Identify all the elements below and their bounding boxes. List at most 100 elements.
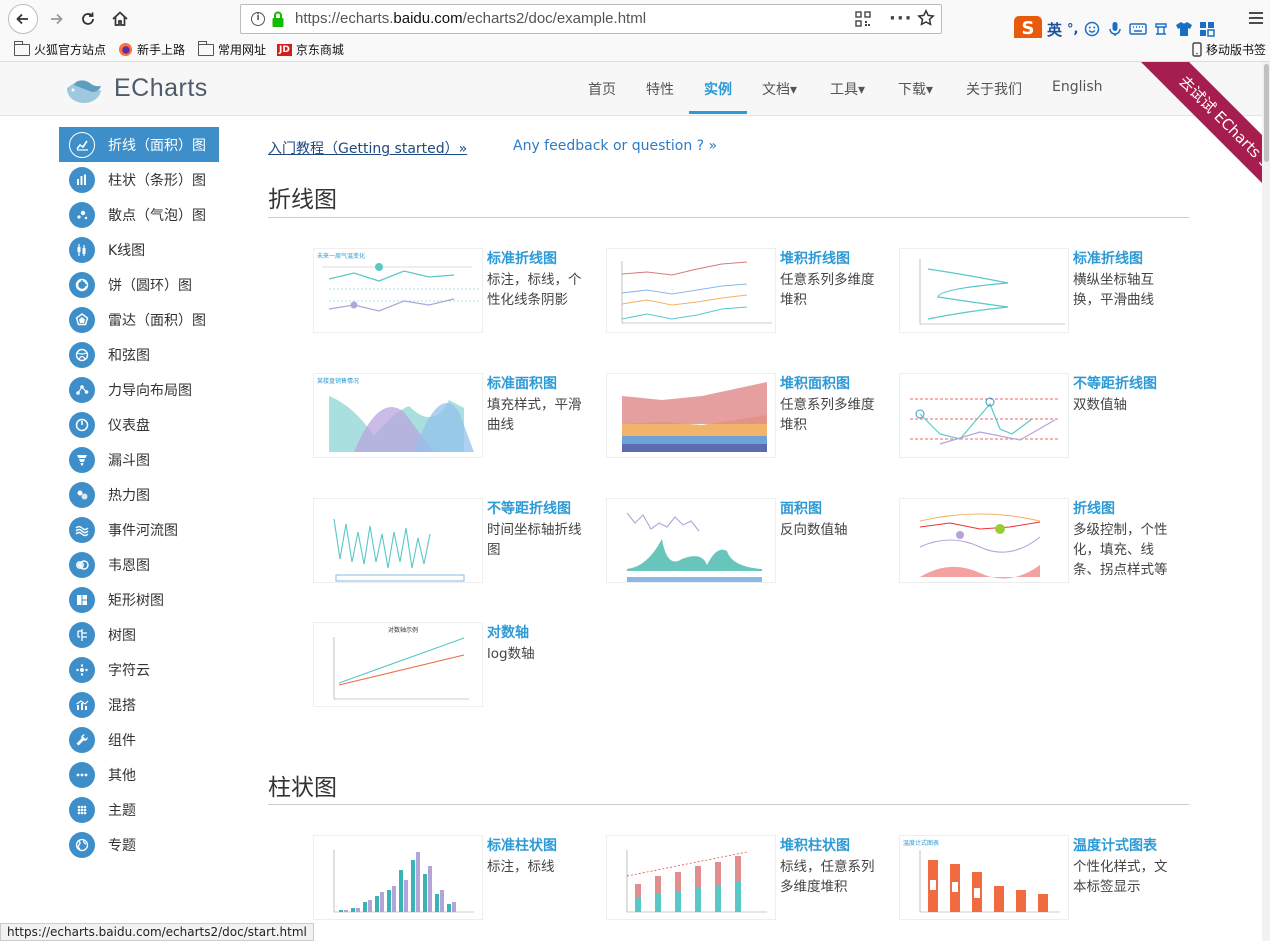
example-title[interactable]: 面积图 xyxy=(780,498,822,518)
example-title[interactable]: 堆积折线图 xyxy=(780,248,850,268)
sidebar-item[interactable]: 散点（气泡）图 xyxy=(59,197,219,232)
sidebar-item[interactable]: 组件 xyxy=(59,722,219,757)
nav-english[interactable]: English xyxy=(1052,79,1103,95)
sidebar-item[interactable]: 韦恩图 xyxy=(59,547,219,582)
emoji-icon[interactable] xyxy=(1083,20,1101,38)
example-title[interactable]: 不等距折线图 xyxy=(1073,373,1157,393)
nav-download[interactable]: 下载▾ xyxy=(898,79,933,99)
lock-icon[interactable] xyxy=(271,11,285,28)
example-thumbnail[interactable] xyxy=(313,835,483,920)
example-title[interactable]: 堆积柱状图 xyxy=(780,835,850,855)
ime-punctuation[interactable]: °, xyxy=(1067,22,1078,37)
example-card[interactable]: 温度计式图表 温度计式图表 个性化样式，文本标签显示 xyxy=(899,835,1189,945)
nav-tools[interactable]: 工具▾ xyxy=(830,79,865,99)
ime-language-toggle[interactable]: 英 xyxy=(1047,19,1062,40)
ribbon-label[interactable]: 去试试 ECharts 3.0 xyxy=(1133,62,1270,212)
more-actions-icon[interactable]: ··· xyxy=(889,8,913,29)
bookmark-getting-started[interactable]: 新手上路 xyxy=(118,41,185,58)
example-title[interactable]: 堆积面积图 xyxy=(780,373,850,393)
sidebar-item[interactable]: 仪表盘 xyxy=(59,407,219,442)
home-button[interactable] xyxy=(106,5,134,33)
sidebar-item[interactable]: 饼（圆环）图 xyxy=(59,267,219,302)
bookmark-common-sites[interactable]: 常用网址 xyxy=(197,40,266,58)
example-card[interactable]: 对数轴示例 对数轴 log数轴 xyxy=(313,622,603,732)
nav-examples[interactable]: 实例 xyxy=(704,79,732,99)
sidebar-item[interactable]: 折线（面积）图 xyxy=(59,127,219,162)
forward-button[interactable] xyxy=(42,5,70,33)
feedback-link[interactable]: Any feedback or question ? » xyxy=(513,138,717,154)
sidebar-item[interactable]: 其他 xyxy=(59,757,219,792)
example-card[interactable]: 标准柱状图 标注，标线 xyxy=(313,835,603,945)
bookmark-mobile[interactable]: 移动版书签 xyxy=(1192,41,1266,58)
getting-started-link[interactable]: 入门教程（Getting started）» xyxy=(268,141,467,157)
example-thumbnail[interactable]: 对数轴示例 xyxy=(313,622,483,707)
example-title[interactable]: 标准柱状图 xyxy=(487,835,557,855)
example-title[interactable]: 标准折线图 xyxy=(487,248,557,268)
sidebar-item[interactable]: 热力图 xyxy=(59,477,219,512)
sidebar-item[interactable]: 雷达（面积）图 xyxy=(59,302,219,337)
sidebar-item[interactable]: 柱状（条形）图 xyxy=(59,162,219,197)
example-thumbnail[interactable]: 未来一周气温变化 xyxy=(313,248,483,333)
example-card[interactable]: 堆积面积图 任意系列多维度堆积 xyxy=(606,373,896,483)
example-card[interactable]: 不等距折线图 双数值轴 xyxy=(899,373,1189,483)
skin-shirt-icon[interactable] xyxy=(1175,20,1193,38)
example-card[interactable]: 面积图 反向数值轴 xyxy=(606,498,896,608)
example-title[interactable]: 不等距折线图 xyxy=(487,498,571,518)
sidebar-item[interactable]: 混搭 xyxy=(59,687,219,722)
echarts-logo[interactable]: ECharts xyxy=(64,72,208,104)
example-title[interactable]: 标准折线图 xyxy=(1073,248,1143,268)
qr-code-icon[interactable] xyxy=(855,11,871,27)
example-thumbnail[interactable] xyxy=(606,373,776,458)
sidebar-item[interactable]: 主题 xyxy=(59,792,219,827)
example-card[interactable]: 堆积折线图 任意系列多维度堆积 xyxy=(606,248,896,358)
bookmark-firefox-site[interactable]: 火狐官方站点 xyxy=(13,40,106,58)
nav-features[interactable]: 特性 xyxy=(646,79,674,99)
example-thumbnail[interactable] xyxy=(606,498,776,583)
url-bar[interactable]: i https://echarts.baidu.com/echarts2/doc… xyxy=(240,4,942,34)
sidebar-item[interactable]: K线图 xyxy=(59,232,219,267)
sidebar-item[interactable]: 树图 xyxy=(59,617,219,652)
sidebar-item[interactable]: 和弦图 xyxy=(59,337,219,372)
example-title[interactable]: 折线图 xyxy=(1073,498,1115,518)
sidebar-item[interactable]: 专题 xyxy=(59,827,219,862)
example-thumbnail[interactable]: 某楼盘销售情况 xyxy=(313,373,483,458)
example-thumbnail[interactable]: 温度计式图表 xyxy=(899,835,1069,920)
info-icon[interactable]: i xyxy=(251,12,265,26)
nav-about[interactable]: 关于我们 xyxy=(966,79,1022,99)
sidebar-item[interactable]: 事件河流图 xyxy=(59,512,219,547)
microphone-icon[interactable] xyxy=(1106,20,1124,38)
example-thumbnail[interactable] xyxy=(313,498,483,583)
page-scrollbar[interactable] xyxy=(1262,62,1270,941)
example-thumbnail[interactable] xyxy=(606,835,776,920)
example-thumbnail[interactable] xyxy=(899,248,1069,333)
nav-docs[interactable]: 文档▾ xyxy=(762,79,797,99)
sidebar-item[interactable]: 漏斗图 xyxy=(59,442,219,477)
bookmark-jd[interactable]: JD 京东商城 xyxy=(277,41,344,58)
example-card[interactable]: 标准折线图 横纵坐标轴互换，平滑曲线 xyxy=(899,248,1189,358)
example-card[interactable]: 某楼盘销售情况 标准面积图 填充样式，平滑曲线 xyxy=(313,373,603,483)
sidebar-item[interactable]: 矩形树图 xyxy=(59,582,219,617)
hamburger-menu-icon[interactable] xyxy=(1248,10,1264,26)
back-button[interactable] xyxy=(8,4,38,34)
example-thumbnail[interactable] xyxy=(899,373,1069,458)
example-thumbnail[interactable] xyxy=(606,248,776,333)
sidebar-item[interactable]: 字符云 xyxy=(59,652,219,687)
example-card[interactable]: 未来一周气温变化 标准折线图 标注，标线，个性化线条阴影 xyxy=(313,248,603,358)
nav-home[interactable]: 首页 xyxy=(588,79,616,99)
tools-icon[interactable] xyxy=(1152,20,1170,38)
keyboard-icon[interactable] xyxy=(1129,20,1148,38)
reload-button[interactable] xyxy=(74,5,102,33)
example-title[interactable]: 温度计式图表 xyxy=(1073,835,1157,855)
example-card[interactable]: 不等距折线图 时间坐标轴折线图 xyxy=(313,498,603,608)
example-card[interactable]: 堆积柱状图 标线，任意系列多维度堆积 xyxy=(606,835,896,945)
example-thumbnail[interactable] xyxy=(899,498,1069,583)
example-title[interactable]: 标准面积图 xyxy=(487,373,557,393)
sidebar-item-label: 漏斗图 xyxy=(108,452,150,469)
scrollbar-thumb[interactable] xyxy=(1264,64,1269,162)
sidebar-item[interactable]: 力导向布局图 xyxy=(59,372,219,407)
bookmark-star-icon[interactable] xyxy=(917,9,935,27)
try-echarts3-ribbon[interactable]: 去试试 ECharts 3.0 xyxy=(1100,62,1270,212)
example-card[interactable]: 折线图 多级控制，个性化，填充、线条、拐点样式等 xyxy=(899,498,1189,608)
example-title[interactable]: 对数轴 xyxy=(487,622,529,642)
toolbox-grid-icon[interactable] xyxy=(1198,20,1216,38)
